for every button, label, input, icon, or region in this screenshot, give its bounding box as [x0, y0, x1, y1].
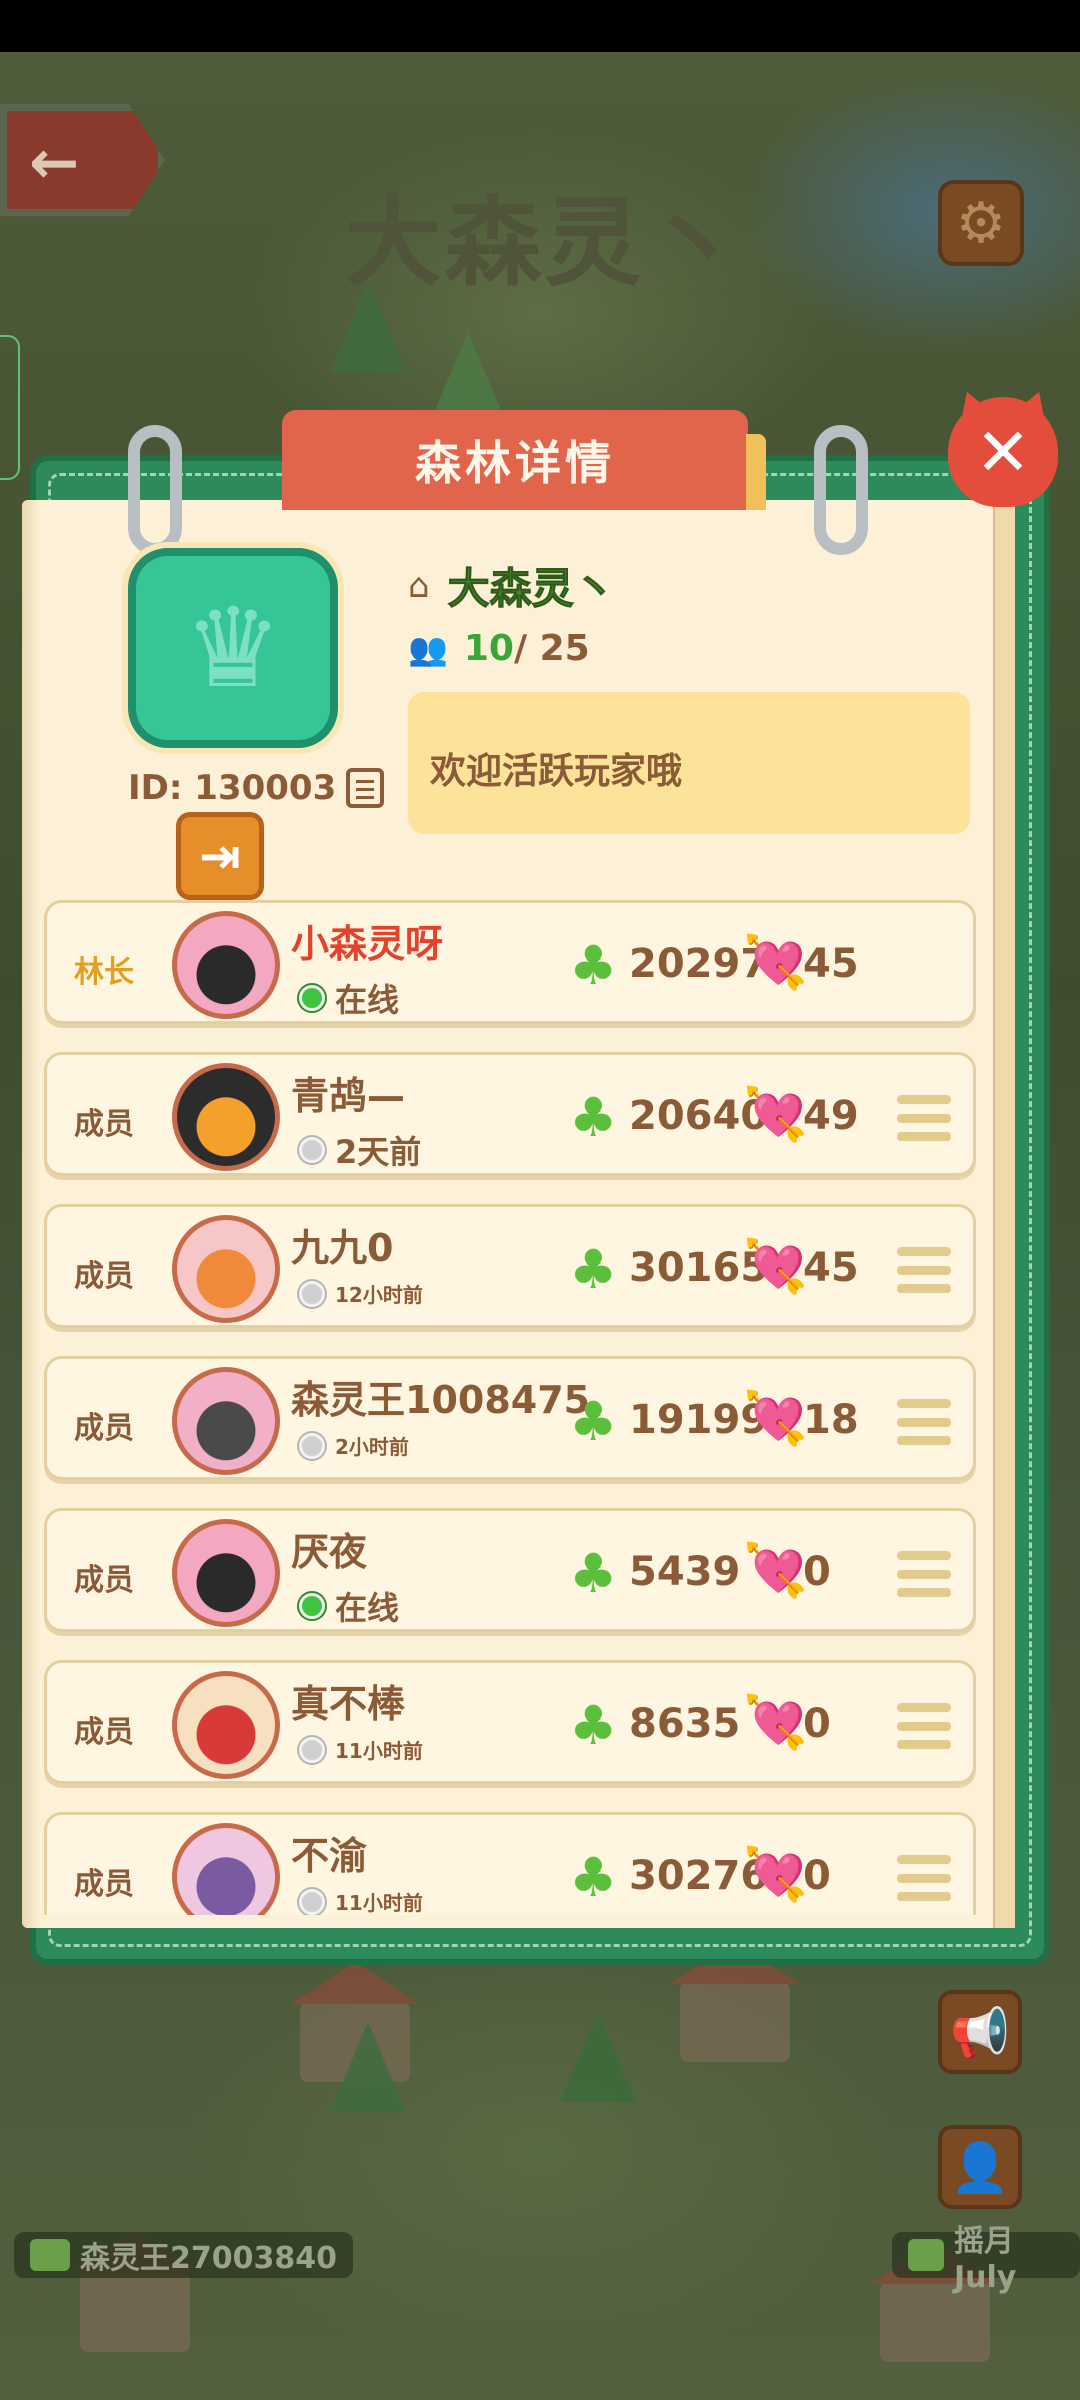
member-name: 青鸪— — [291, 1074, 406, 1118]
status-text: 12小时前 — [335, 1283, 423, 1307]
heart-icon[interactable]: 💘 — [743, 1391, 808, 1447]
menu-icon[interactable] — [897, 1551, 951, 1597]
status-text: 在线 — [335, 1589, 400, 1627]
member-role: 成员 — [74, 1563, 134, 1598]
member-status: 在线 — [299, 975, 399, 1021]
forest-flag-icon — [30, 2239, 70, 2271]
member-status: 2小时前 — [299, 1431, 409, 1460]
member-row[interactable]: 成员 青鸪— 2天前 ♣ 20640 💘 49 — [44, 1052, 976, 1176]
avatar[interactable] — [172, 1519, 280, 1627]
clover-icon: ♣ — [569, 1238, 618, 1301]
menu-icon[interactable] — [897, 1703, 951, 1749]
forest-flag-icon — [908, 2239, 944, 2271]
status-text: 2天前 — [335, 1133, 422, 1171]
status-dot-icon — [299, 1593, 325, 1619]
status-dot-icon — [299, 1137, 325, 1163]
clover-icon: ♣ — [569, 1846, 618, 1909]
status-text: 2小时前 — [335, 1435, 409, 1459]
member-row[interactable]: 成员 森灵王1008475 2小时前 ♣ 19199 💘 18 — [44, 1356, 976, 1480]
clover-icon: ♣ — [569, 1542, 618, 1605]
member-likes: 0 — [803, 1549, 831, 1595]
avatar[interactable] — [172, 911, 280, 1019]
member-status: 12小时前 — [299, 1279, 423, 1308]
member-row[interactable]: 成员 厌夜在线 ♣ 5439 💘 0 — [44, 1508, 976, 1632]
house-decoration — [670, 1942, 800, 2062]
member-name: 真不棒 — [291, 1682, 406, 1726]
member-likes: 0 — [803, 1701, 831, 1747]
avatar[interactable] — [172, 1063, 280, 1171]
clover-icon: ♣ — [569, 1390, 618, 1453]
heart-icon[interactable]: 💘 — [743, 1239, 808, 1295]
member-row[interactable]: 成员 真不棒 11小时前 ♣ 8635 💘 0 — [44, 1660, 976, 1784]
announce-button[interactable]: 📢 — [938, 1990, 1022, 2074]
status-dot-icon — [299, 1432, 325, 1459]
clover-icon: ♣ — [569, 1086, 618, 1149]
member-score: 8635 — [629, 1701, 741, 1747]
profile-icon: 👤 — [950, 2139, 1010, 2196]
menu-icon[interactable] — [897, 1855, 951, 1901]
avatar[interactable] — [172, 1367, 280, 1475]
member-status: 2天前 — [299, 1127, 421, 1173]
member-name: 九九0 — [291, 1226, 394, 1270]
heart-icon[interactable]: 💘 — [743, 935, 808, 991]
member-list: 林长 小森灵呀 在线 ♣ 20297 💘 45 成员 青鸪— 2天前 ♣ 20640 💘 49 成员 九九0 1… — [0, 0, 1080, 1915]
megaphone-icon: 📢 — [950, 2004, 1010, 2061]
member-status: 在线 — [299, 1583, 399, 1629]
heart-icon[interactable]: 💘 — [743, 1695, 808, 1751]
member-name: 厌夜 — [291, 1530, 368, 1574]
member-role: 林长 — [74, 955, 134, 990]
menu-icon[interactable] — [897, 1095, 951, 1141]
member-role: 成员 — [74, 1107, 134, 1142]
profile-button[interactable]: 👤 — [938, 2125, 1022, 2209]
status-dot-icon — [299, 1736, 325, 1763]
house-decoration — [70, 2232, 200, 2352]
member-role: 成员 — [74, 1259, 134, 1294]
member-likes: 45 — [803, 941, 859, 987]
member-likes: 0 — [803, 1853, 831, 1899]
member-row[interactable]: 成员 不渝 11小时前 ♣ 30276 💘 0 — [44, 1812, 976, 1915]
status-dot-icon — [299, 1888, 325, 1915]
status-text: 在线 — [335, 981, 400, 1019]
status-text: 11小时前 — [335, 1891, 423, 1915]
status-dot-icon — [299, 985, 325, 1011]
member-name: 不渝 — [291, 1834, 368, 1878]
menu-icon[interactable] — [897, 1247, 951, 1293]
clover-icon: ♣ — [569, 1694, 618, 1757]
member-role: 成员 — [74, 1867, 134, 1902]
menu-icon[interactable] — [897, 1399, 951, 1445]
map-player-label[interactable]: 摇月July — [892, 2224, 1080, 2295]
member-status: 11小时前 — [299, 1887, 423, 1915]
member-role: 成员 — [74, 1411, 134, 1446]
tree-decoration — [330, 2022, 406, 2112]
map-player-label[interactable]: 森灵王27003840 — [14, 2232, 353, 2278]
status-dot-icon — [299, 1280, 325, 1307]
heart-icon[interactable]: 💘 — [743, 1847, 808, 1903]
member-likes: 49 — [803, 1093, 859, 1139]
member-likes: 45 — [803, 1245, 859, 1291]
member-role: 成员 — [74, 1715, 134, 1750]
member-status: 11小时前 — [299, 1735, 423, 1764]
avatar[interactable] — [172, 1215, 280, 1323]
member-likes: 18 — [803, 1397, 859, 1443]
member-row[interactable]: 林长 小森灵呀 在线 ♣ 20297 💘 45 — [44, 900, 976, 1024]
tree-decoration — [560, 2012, 636, 2102]
member-row[interactable]: 成员 九九0 12小时前 ♣ 30165 💘 45 — [44, 1204, 976, 1328]
status-text: 11小时前 — [335, 1739, 423, 1763]
clover-icon: ♣ — [569, 934, 618, 997]
heart-icon[interactable]: 💘 — [743, 1543, 808, 1599]
member-score: 5439 — [629, 1549, 741, 1595]
avatar[interactable] — [172, 1823, 280, 1915]
avatar[interactable] — [172, 1671, 280, 1779]
heart-icon[interactable]: 💘 — [743, 1087, 808, 1143]
member-name: 森灵王1008475 — [291, 1378, 591, 1422]
member-name: 小森灵呀 — [291, 922, 444, 966]
